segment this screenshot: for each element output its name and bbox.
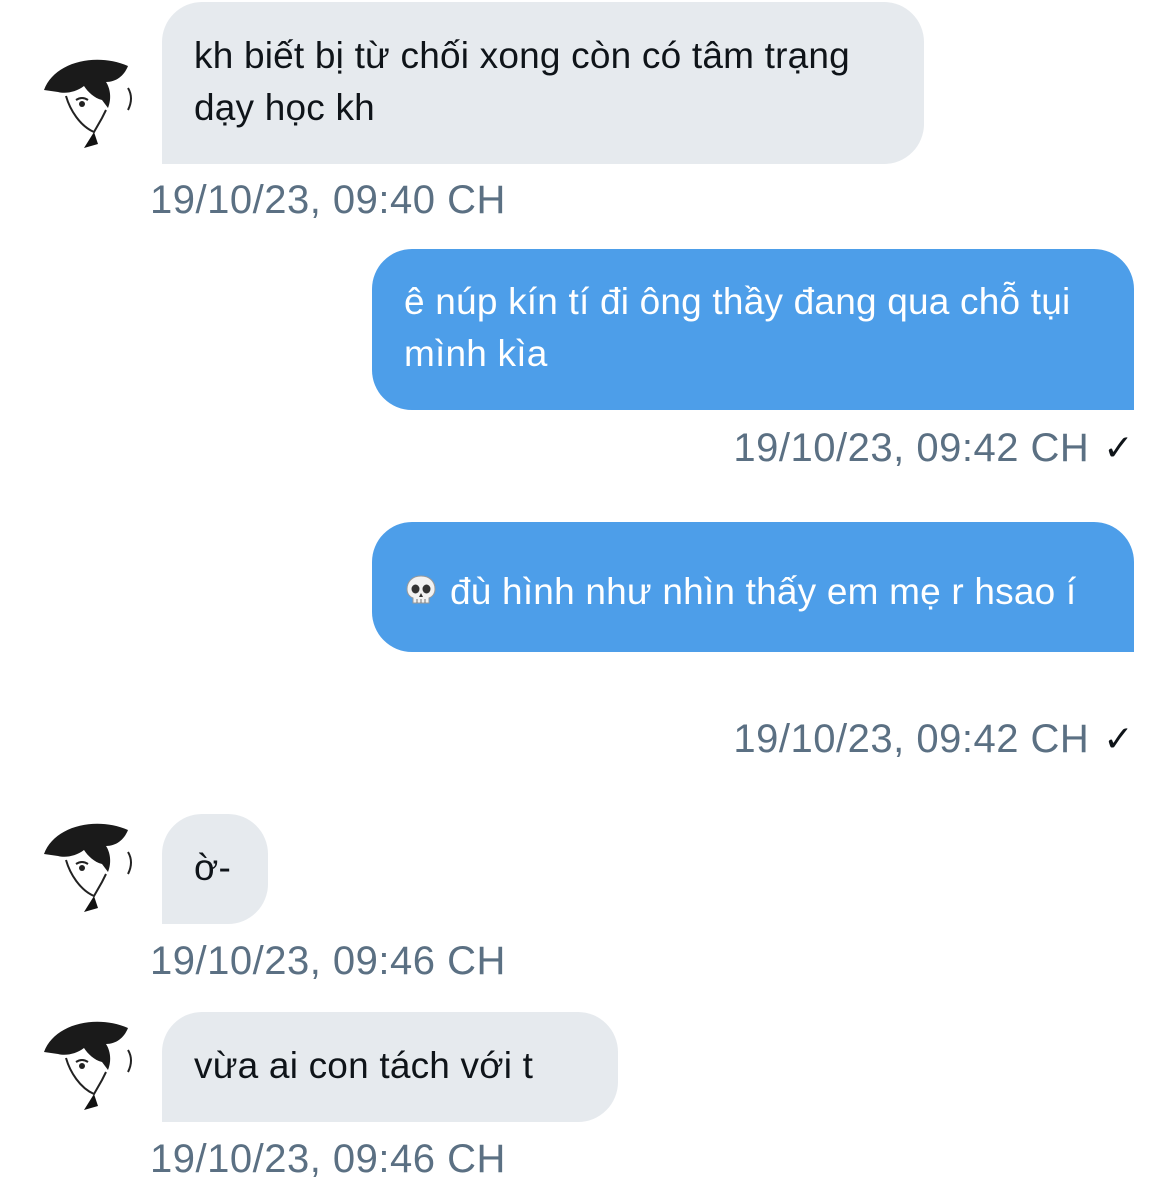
message-text: đù hình như nhìn thấy em mẹ r hsao í xyxy=(450,571,1077,612)
manga-avatar-icon xyxy=(44,1021,132,1110)
message-timestamp: 19/10/23, 09:46 CH xyxy=(150,1135,506,1183)
outgoing-message-bubble[interactable]: ê núp kín tí đi ông thầy đang qua chỗ tụ… xyxy=(372,249,1134,410)
message-text: vừa ai con tách với t xyxy=(194,1045,534,1086)
incoming-message-bubble[interactable]: kh biết bị từ chối xong còn có tâm trạng… xyxy=(162,2,924,164)
message-text: ờ- xyxy=(194,847,231,888)
check-icon: ✓ xyxy=(1103,427,1134,468)
manga-avatar-icon xyxy=(44,823,132,912)
skull-emoji xyxy=(406,575,436,604)
message-timestamp: 19/10/23, 09:42 CH ✓ xyxy=(733,424,1134,472)
dm-conversation: kh biết bị từ chối xong còn có tâm trạng… xyxy=(0,0,1170,1181)
incoming-message-bubble[interactable]: vừa ai con tách với t xyxy=(162,1012,618,1122)
timestamp-text: 19/10/23, 09:42 CH xyxy=(733,426,1090,470)
manga-avatar-icon xyxy=(44,59,132,148)
message-text: kh biết bị từ chối xong còn có tâm trạng… xyxy=(194,35,850,128)
contact-avatar[interactable] xyxy=(36,812,144,920)
timestamp-text: 19/10/23, 09:46 CH xyxy=(150,1137,506,1181)
message-timestamp: 19/10/23, 09:46 CH xyxy=(150,937,506,985)
incoming-message-bubble[interactable]: ờ- xyxy=(162,814,268,924)
contact-avatar[interactable] xyxy=(36,1010,144,1118)
message-text: ê núp kín tí đi ông thầy đang qua chỗ tụ… xyxy=(404,281,1071,374)
timestamp-text: 19/10/23, 09:42 CH xyxy=(733,717,1090,761)
check-icon: ✓ xyxy=(1103,718,1134,759)
outgoing-message-bubble[interactable]: đù hình như nhìn thấy em mẹ r hsao í xyxy=(372,522,1134,652)
timestamp-text: 19/10/23, 09:40 CH xyxy=(150,178,506,222)
timestamp-text: 19/10/23, 09:46 CH xyxy=(150,939,506,983)
message-timestamp: 19/10/23, 09:40 CH xyxy=(150,176,506,224)
contact-avatar[interactable] xyxy=(36,48,144,156)
message-timestamp: 19/10/23, 09:42 CH ✓ xyxy=(733,715,1134,763)
